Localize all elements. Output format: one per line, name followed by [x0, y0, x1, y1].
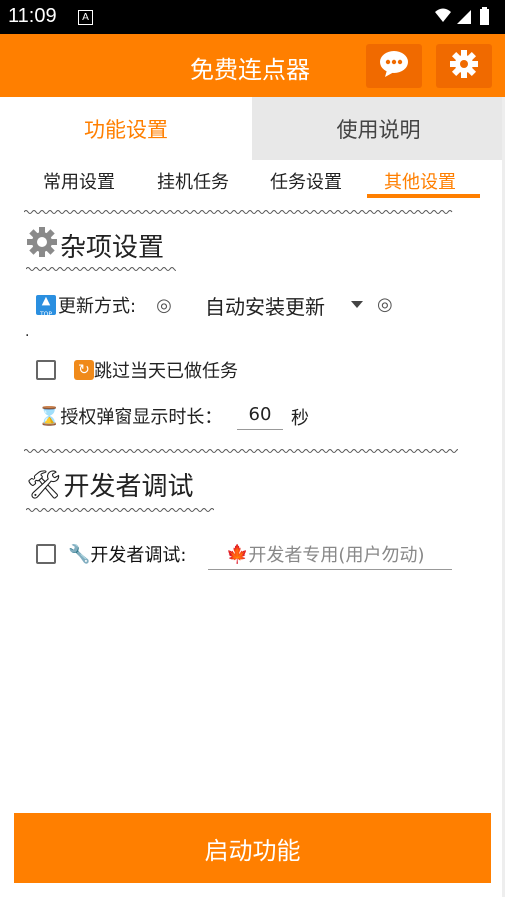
title-underline: [26, 508, 214, 512]
skip-task-checkbox[interactable]: [36, 360, 56, 380]
radio-right-icon: ◎: [377, 294, 393, 315]
skip-task-row: ↻ 跳过当天已做任务: [36, 357, 238, 383]
wrench-icon: 🔧: [68, 543, 91, 565]
dev-debug-input[interactable]: 🍁 开发者专用(用户勿动): [208, 539, 452, 570]
settings-button[interactable]: [436, 44, 492, 88]
popup-duration-unit: 秒: [291, 408, 309, 429]
tab-function-settings[interactable]: 功能设置: [0, 97, 252, 160]
dev-debug-row: 🔧 开发者调试:: [36, 541, 187, 567]
chat-bubble-icon: [379, 50, 409, 82]
signal-battery-icons: [433, 7, 495, 31]
wavy-divider: [24, 210, 453, 214]
dot-text: .: [25, 324, 30, 340]
active-subtab-indicator: [367, 194, 480, 198]
popup-duration-input[interactable]: 60: [237, 404, 283, 430]
app-bar: 免费连点器: [0, 34, 505, 97]
update-method-select[interactable]: 自动安装更新: [193, 289, 367, 321]
dev-title-text: 开发者调试: [63, 472, 194, 502]
subtab-other-settings[interactable]: 其他设置: [384, 168, 456, 194]
subtab-hang-tasks[interactable]: 挂机任务: [157, 168, 229, 194]
dev-debug-placeholder: 开发者专用(用户勿动): [248, 545, 425, 566]
update-method-value: 自动安装更新: [205, 294, 325, 319]
dev-debug-checkbox[interactable]: [36, 544, 56, 564]
hourglass-icon: ⌛: [38, 405, 61, 427]
update-method-row: ▲ TOP 更新方式: ◎: [36, 292, 172, 318]
dev-debug-label: 开发者调试:: [90, 545, 187, 566]
subtab-task-settings[interactable]: 任务设置: [270, 168, 342, 194]
misc-title-text: 杂项设置: [60, 233, 165, 263]
gear-icon: [26, 226, 58, 265]
maple-leaf-icon: 🍁: [226, 543, 249, 565]
repeat-icon: ↻: [74, 360, 94, 380]
subtab-common-settings[interactable]: 常用设置: [43, 168, 115, 194]
status-bar: 11:09 A: [0, 0, 505, 34]
tools-icon: 🛠: [26, 468, 62, 501]
radio-left-icon: ◎: [156, 294, 172, 316]
title-underline: [26, 267, 176, 271]
dev-section-title: 🛠 开发者调试: [26, 466, 194, 503]
main-tabs: 功能设置 使用说明: [0, 97, 505, 160]
update-method-label: 更新方式:: [58, 296, 137, 317]
misc-section-title: 杂项设置: [26, 226, 164, 265]
start-button[interactable]: 启动功能: [14, 813, 491, 883]
popup-duration-label: 授权弹窗显示时长：: [60, 407, 223, 428]
wavy-divider: [24, 449, 458, 453]
skip-task-label: 跳过当天已做任务: [94, 361, 238, 382]
status-time: 11:09: [8, 5, 57, 27]
gear-icon: [449, 49, 479, 83]
chat-button[interactable]: [366, 44, 422, 88]
popup-duration-row: ⌛ 授权弹窗显示时长：: [38, 403, 222, 429]
app-title: 免费连点器: [190, 56, 310, 84]
chevron-down-icon: [351, 301, 363, 308]
top-arrow-icon: ▲ TOP: [36, 295, 56, 318]
notification-icon: A: [78, 10, 93, 25]
tab-instructions[interactable]: 使用说明: [252, 97, 505, 160]
